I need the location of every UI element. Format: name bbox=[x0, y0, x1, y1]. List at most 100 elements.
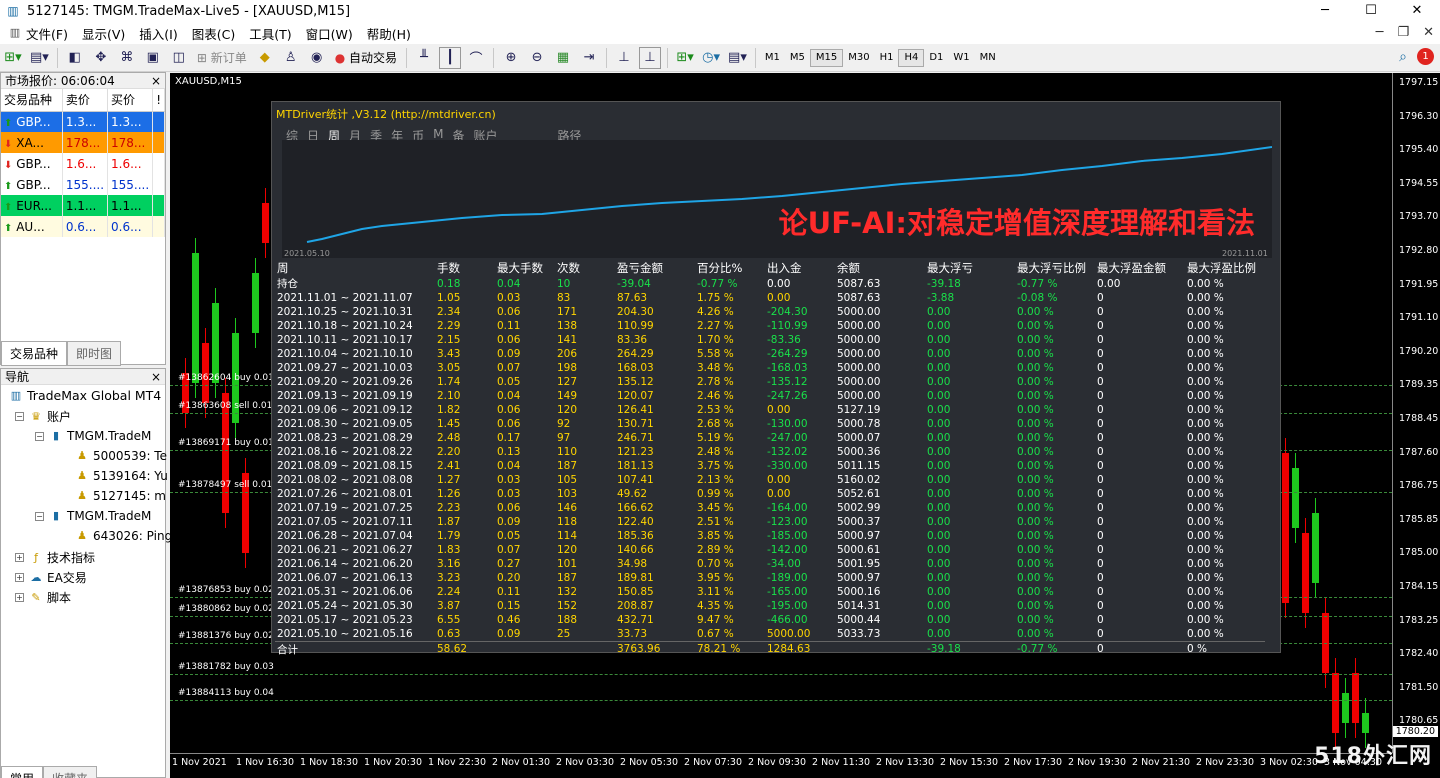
collapse-icon[interactable]: − bbox=[35, 431, 44, 441]
menu-bar: ▥ 文件(F) 显示(V) 插入(I) 图表(C) 工具(T) 窗口(W) 帮助(… bbox=[0, 22, 1440, 44]
nav-account-3[interactable]: ♟ 5127145: m bbox=[75, 489, 166, 503]
order-label[interactable]: #13880862 buy 0.02 bbox=[178, 604, 274, 614]
line-chart-icon[interactable]: ⌒ bbox=[465, 47, 487, 69]
metaeditor-icon[interactable]: ◆ bbox=[254, 47, 276, 69]
col-more[interactable]: ! bbox=[152, 89, 165, 112]
col-bid[interactable]: 卖价 bbox=[62, 89, 109, 112]
tile-windows-icon[interactable]: ▦ bbox=[552, 47, 574, 69]
signals-icon[interactable]: ◉ bbox=[306, 47, 328, 69]
navigator-icon[interactable]: ⌘ bbox=[116, 47, 138, 69]
tf-d1[interactable]: D1 bbox=[924, 49, 948, 67]
market-watch-row[interactable]: ⬆ GBP... 1.3... 1.3... bbox=[1, 111, 165, 132]
market-watch-row[interactable]: ⬆ EUR... 1.1... 1.1... bbox=[1, 195, 165, 216]
market-watch-row[interactable]: ⬆ AU... 0.6... 0.6... bbox=[1, 216, 165, 237]
candlestick-icon[interactable]: ┃ bbox=[439, 46, 462, 69]
nav-server-2[interactable]: − ▮ TMGM.TradeM bbox=[35, 509, 151, 523]
nav-indicators[interactable]: + ƒ 技术指标 bbox=[15, 549, 95, 566]
close-icon[interactable]: × bbox=[151, 74, 161, 88]
nav-server-1[interactable]: − ▮ TMGM.TradeM bbox=[35, 429, 151, 443]
tf-h4[interactable]: H4 bbox=[898, 48, 925, 67]
nav-account-4[interactable]: ♟ 643026: Ping bbox=[75, 529, 172, 543]
order-label[interactable]: #13884113 buy 0.04 bbox=[178, 688, 274, 698]
nav-account-1[interactable]: ♟ 5000539: Te bbox=[75, 449, 167, 463]
stats-row: 2021.08.09 ~ 2021.08.15 2.41 0.04 187 181.13… bbox=[277, 460, 1224, 472]
order-label[interactable]: #13862604 buy 0.01 bbox=[178, 373, 274, 383]
menu-charts[interactable]: 图表(C) bbox=[185, 24, 242, 43]
order-label[interactable]: #13876853 buy 0.02 bbox=[178, 585, 274, 595]
chart-shift-active-icon[interactable]: ⊥ bbox=[639, 46, 662, 69]
crosshair-icon[interactable]: ✥ bbox=[90, 47, 112, 69]
tf-m15[interactable]: M15 bbox=[809, 48, 844, 67]
menu-window[interactable]: 窗口(W) bbox=[299, 24, 360, 43]
price-axis[interactable]: 1797.15 1796.30 1795.40 1794.55 1793.70 1792.… bbox=[1392, 73, 1440, 753]
time-axis[interactable]: 1 Nov 2021 1 Nov 16:30 1 Nov 18:30 1 Nov 20… bbox=[170, 753, 1392, 778]
menu-file[interactable]: ▥ 文件(F) bbox=[0, 24, 75, 43]
zoom-in-icon[interactable]: ⊕ bbox=[500, 47, 522, 69]
auto-trading-button[interactable]: ● 自动交易 bbox=[332, 47, 400, 69]
templates-icon[interactable]: ▤▾ bbox=[726, 47, 749, 69]
nav-expert-advisors[interactable]: + ☁ EA交易 bbox=[15, 569, 87, 586]
expand-icon[interactable]: + bbox=[15, 553, 24, 562]
stats-header: MTDriver统计 ,V3.12 (http://mtdriver.cn) bbox=[276, 108, 496, 121]
tf-m1[interactable]: M1 bbox=[760, 49, 785, 67]
menu-insert[interactable]: 插入(I) bbox=[132, 24, 184, 43]
order-label[interactable]: #13863608 sell 0.01 bbox=[178, 401, 272, 411]
zoom-out-icon[interactable]: ⊖ bbox=[526, 47, 548, 69]
market-watch-row[interactable]: ⬆ GBP... 155.... 155.... bbox=[1, 174, 165, 195]
tab-favorites[interactable]: 收藏夹 bbox=[43, 766, 98, 778]
symbol-name: XA... bbox=[16, 135, 44, 150]
tab-symbols[interactable]: 交易品种 bbox=[1, 341, 68, 366]
collapse-icon[interactable]: − bbox=[35, 511, 44, 521]
tf-h1[interactable]: H1 bbox=[875, 49, 899, 67]
expand-icon[interactable]: + bbox=[15, 573, 24, 582]
minimize-button[interactable]: ─ bbox=[1302, 0, 1348, 22]
child-minimize-button[interactable]: ─ bbox=[1376, 25, 1384, 40]
market-watch-row[interactable]: ⬇ XA... 178... 178... bbox=[1, 132, 165, 153]
new-chart-icon[interactable]: ⊞▾ bbox=[2, 47, 24, 69]
new-order-button[interactable]: ⊞ 新订单 bbox=[194, 47, 250, 69]
bid-price: 1.1... bbox=[62, 195, 109, 216]
tf-m30[interactable]: M30 bbox=[843, 49, 874, 67]
col-ask[interactable]: 买价 bbox=[107, 89, 154, 112]
notification-badge[interactable]: 1 bbox=[1417, 48, 1434, 65]
col-symbol[interactable]: 交易品种 bbox=[1, 89, 63, 112]
bar-chart-icon[interactable]: ╨ bbox=[413, 47, 435, 69]
order-label[interactable]: #13869171 buy 0.01 bbox=[178, 438, 274, 448]
child-close-button[interactable]: ✕ bbox=[1423, 25, 1434, 40]
time-tick-label: 2 Nov 19:30 bbox=[1068, 757, 1127, 768]
nav-scripts[interactable]: + ✎ 脚本 bbox=[15, 589, 71, 606]
nav-accounts[interactable]: − ♛ 账户 bbox=[15, 408, 71, 425]
nav-root[interactable]: ▥ TradeMax Global MT4 bbox=[9, 388, 161, 403]
terminal-icon[interactable]: ▣ bbox=[142, 47, 164, 69]
tf-mn[interactable]: MN bbox=[975, 49, 1001, 67]
chart-shift-icon[interactable]: ⊥ bbox=[613, 47, 635, 69]
collapse-icon[interactable]: − bbox=[15, 412, 24, 421]
market-watch-icon[interactable]: ◧ bbox=[64, 47, 86, 69]
tf-w1[interactable]: W1 bbox=[948, 49, 974, 67]
account-icon: ♟ bbox=[77, 469, 87, 482]
order-label[interactable]: #13881376 buy 0.02 bbox=[178, 631, 274, 641]
indicators-icon[interactable]: ⊞▾ bbox=[674, 47, 696, 69]
nav-account-2[interactable]: ♟ 5139164: Yu bbox=[75, 469, 168, 483]
menu-help[interactable]: 帮助(H) bbox=[360, 24, 418, 43]
tab-tick-chart[interactable]: 即时图 bbox=[67, 341, 122, 366]
market-watch-row[interactable]: ⬇ GBP... 1.6... 1.6... bbox=[1, 153, 165, 174]
order-label[interactable]: #13878497 sell 0.01 bbox=[178, 480, 272, 490]
child-restore-button[interactable]: ❐ bbox=[1397, 25, 1409, 40]
profiles-icon[interactable]: ▤▾ bbox=[28, 47, 51, 69]
maximize-button[interactable]: ☐ bbox=[1348, 0, 1394, 22]
close-icon[interactable]: × bbox=[151, 370, 161, 384]
tab-common[interactable]: 常用 bbox=[1, 766, 44, 778]
search-icon[interactable]: ⌕ bbox=[1399, 49, 1407, 65]
order-label[interactable]: #13881782 buy 0.03 bbox=[178, 662, 274, 672]
expand-icon[interactable]: + bbox=[15, 593, 24, 602]
menu-view[interactable]: 显示(V) bbox=[75, 24, 132, 43]
menu-tools[interactable]: 工具(T) bbox=[242, 24, 298, 43]
account-icon: ♟ bbox=[77, 529, 87, 542]
close-button[interactable]: ✕ bbox=[1394, 0, 1440, 22]
periods-icon[interactable]: ◷▾ bbox=[700, 47, 722, 69]
strategy-tester-icon[interactable]: ◫ bbox=[168, 47, 190, 69]
tf-m5[interactable]: M5 bbox=[785, 49, 810, 67]
user-icon[interactable]: ♙ bbox=[280, 47, 302, 69]
autoscroll-icon[interactable]: ⇥ bbox=[578, 47, 600, 69]
